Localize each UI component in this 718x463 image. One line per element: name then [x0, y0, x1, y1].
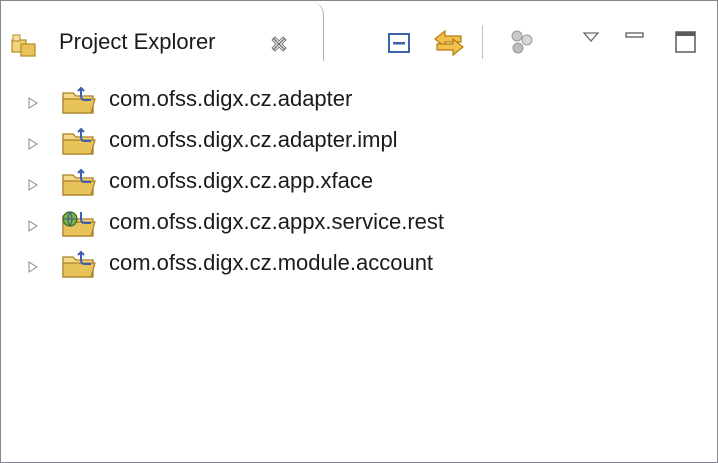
tree-item[interactable]: com.ofss.digx.cz.adapter.impl	[1, 122, 717, 163]
tree-item[interactable]: com.ofss.digx.cz.app.xface	[1, 163, 717, 204]
expand-arrow-icon[interactable]	[28, 220, 38, 232]
web-service-project-icon	[62, 211, 96, 237]
tree-item-label: com.ofss.digx.cz.app.xface	[109, 168, 374, 193]
project-tree: com.ofss.digx.cz.adapter com.ofss.digx.c…	[1, 81, 717, 286]
link-with-editor-icon[interactable]	[429, 27, 469, 57]
expand-arrow-icon[interactable]	[28, 97, 38, 109]
minimize-icon[interactable]	[623, 27, 647, 57]
close-icon[interactable]	[269, 34, 289, 54]
tab-title: Project Explorer	[59, 29, 216, 54]
tree-item-label: com.ofss.digx.cz.appx.service.rest	[109, 209, 445, 234]
project-explorer-view: Project Explorer com.ofss.digx.cz.adapte…	[0, 0, 718, 463]
expand-arrow-icon[interactable]	[28, 179, 38, 191]
collapse-all-icon[interactable]	[385, 27, 413, 57]
tree-item[interactable]: com.ofss.digx.cz.module.account	[1, 245, 717, 286]
tree-item-label: com.ofss.digx.cz.adapter.impl	[109, 127, 398, 152]
view-tab-bar: Project Explorer	[1, 1, 717, 61]
project-explorer-icon	[11, 34, 36, 57]
java-project-folder-icon	[62, 127, 96, 155]
filter-icon[interactable]	[507, 27, 537, 57]
tab-project-explorer[interactable]: Project Explorer	[1, 1, 324, 61]
tree-item-label: com.ofss.digx.cz.module.account	[109, 250, 434, 275]
java-project-folder-icon	[62, 250, 96, 278]
toolbar-separator	[482, 25, 483, 59]
tree-item[interactable]: com.ofss.digx.cz.appx.service.rest	[1, 204, 717, 245]
maximize-icon[interactable]	[673, 27, 699, 57]
java-project-folder-icon	[62, 86, 96, 114]
view-menu-icon[interactable]	[581, 27, 601, 57]
expand-arrow-icon[interactable]	[28, 261, 38, 273]
java-project-folder-icon	[62, 168, 96, 196]
tree-item-label: com.ofss.digx.cz.adapter	[109, 86, 353, 111]
expand-arrow-icon[interactable]	[28, 138, 38, 150]
tree-item[interactable]: com.ofss.digx.cz.adapter	[1, 81, 717, 122]
